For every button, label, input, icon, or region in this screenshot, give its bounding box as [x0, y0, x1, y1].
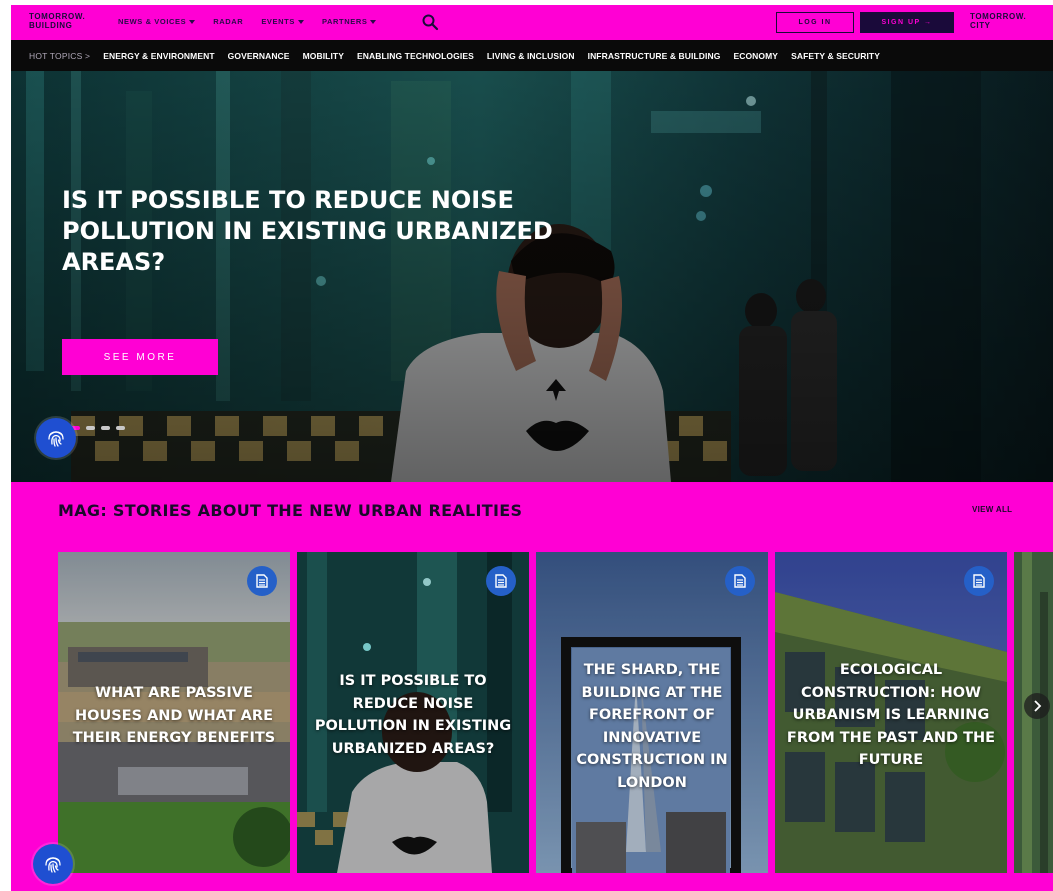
nav-radar[interactable]: RADAR: [213, 17, 243, 26]
carousel-dot-3[interactable]: [101, 426, 110, 430]
card-title[interactable]: WHAT ARE PASSIVE HOUSES AND WHAT ARE THE…: [66, 682, 282, 750]
nav-events[interactable]: EVENTS: [261, 17, 304, 26]
mag-card[interactable]: IS IT POSSIBLE TO REDUCE NOISE POLLUTION…: [297, 552, 529, 873]
fingerprint-icon[interactable]: [36, 418, 76, 458]
login-button[interactable]: LOG IN: [776, 12, 854, 33]
topic-enabling-technologies[interactable]: ENABLING TECHNOLOGIES: [357, 51, 474, 61]
main-nav: NEWS & VOICES RADAR EVENTS PARTNERS: [118, 17, 377, 26]
topic-living-inclusion[interactable]: LIVING & INCLUSION: [487, 51, 575, 61]
card-title[interactable]: THE SHARD, THE BUILDING AT THE FOREFRONT…: [544, 659, 760, 794]
document-icon: [725, 566, 755, 596]
search-icon[interactable]: [421, 13, 439, 31]
caret-down-icon: [189, 19, 196, 24]
topic-infrastructure-building[interactable]: INFRASTRUCTURE & BUILDING: [588, 51, 721, 61]
mag-card[interactable]: WHAT ARE PASSIVE HOUSES AND WHAT ARE THE…: [58, 552, 290, 873]
tomorrow-city-logo[interactable]: TOMORROW. CITY: [970, 12, 1026, 30]
topic-safety-security[interactable]: SAFETY & SECURITY: [791, 51, 880, 61]
carousel-dot-2[interactable]: [86, 426, 95, 430]
carousel-dot-4[interactable]: [116, 426, 125, 430]
document-icon: [486, 566, 516, 596]
nav-news-voices[interactable]: NEWS & VOICES: [118, 17, 196, 26]
fingerprint-icon[interactable]: [33, 844, 73, 884]
see-more-button[interactable]: SEE MORE: [62, 339, 218, 375]
caret-down-icon: [297, 19, 304, 24]
mag-cards-carousel: WHAT ARE PASSIVE HOUSES AND WHAT ARE THE…: [58, 552, 1053, 873]
nav-partners[interactable]: PARTNERS: [322, 17, 377, 26]
topic-mobility[interactable]: MOBILITY: [303, 51, 344, 61]
carousel-dots: [71, 426, 125, 430]
mag-card[interactable]: ECOLOGICAL CONSTRUCTION: HOW URBANISM IS…: [775, 552, 1007, 873]
chevron-right-icon[interactable]: [1024, 693, 1050, 719]
caret-down-icon: [370, 19, 377, 24]
tomorrow-building-logo[interactable]: TOMORROW. BUILDING: [29, 12, 85, 30]
document-icon: [247, 566, 277, 596]
topic-energy-environment[interactable]: ENERGY & ENVIRONMENT: [103, 51, 214, 61]
hero-banner[interactable]: IS IT POSSIBLE TO REDUCE NOISE POLLUTION…: [11, 71, 1053, 482]
hero-title[interactable]: IS IT POSSIBLE TO REDUCE NOISE POLLUTION…: [62, 185, 622, 278]
card-title[interactable]: ECOLOGICAL CONSTRUCTION: HOW URBANISM IS…: [783, 659, 999, 772]
mag-card[interactable]: THE SHARD, THE BUILDING AT THE FOREFRONT…: [536, 552, 768, 873]
topic-economy[interactable]: ECONOMY: [733, 51, 778, 61]
view-all-link[interactable]: VIEW ALL: [972, 505, 1012, 514]
mag-section-title: MAG: STORIES ABOUT THE NEW URBAN REALITI…: [58, 501, 523, 520]
hot-topics-bar: HOT TOPICS > ENERGY & ENVIRONMENT GOVERN…: [11, 40, 1053, 71]
top-navigation: TOMORROW. BUILDING NEWS & VOICES RADAR E…: [11, 5, 1053, 40]
signup-button[interactable]: SIGN UP →: [860, 12, 954, 33]
card-title[interactable]: IS IT POSSIBLE TO REDUCE NOISE POLLUTION…: [305, 670, 521, 760]
hot-topics-label: HOT TOPICS >: [29, 50, 91, 61]
topic-governance[interactable]: GOVERNANCE: [228, 51, 290, 61]
document-icon: [964, 566, 994, 596]
page-frame: TOMORROW. BUILDING NEWS & VOICES RADAR E…: [11, 5, 1053, 891]
